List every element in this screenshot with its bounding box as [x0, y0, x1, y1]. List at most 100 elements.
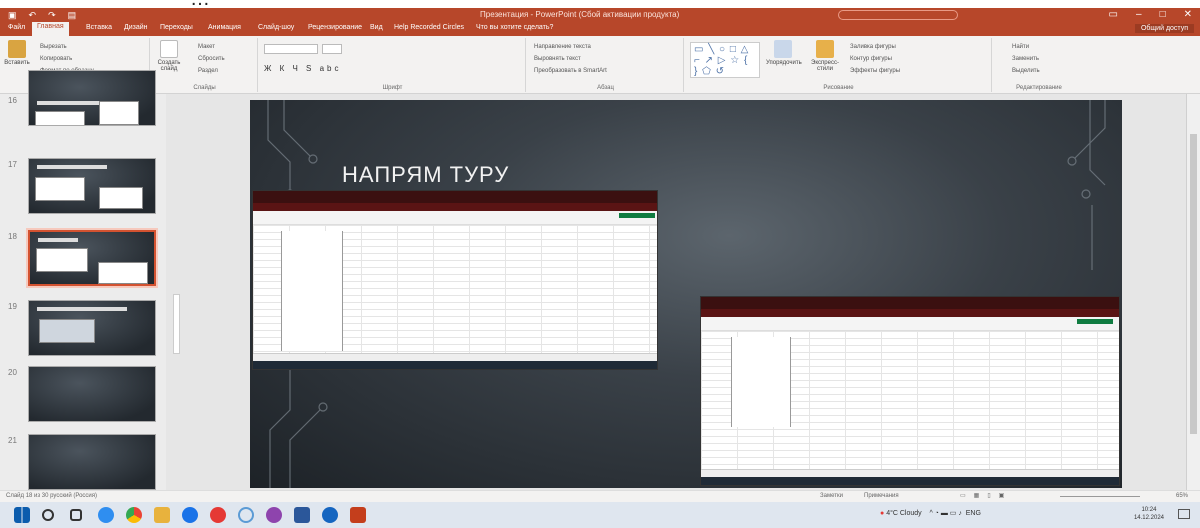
- thumbnail-image[interactable]: [28, 158, 156, 214]
- thumbnail-image[interactable]: [28, 70, 156, 126]
- font-name-box[interactable]: [264, 44, 318, 54]
- thumbnail-item[interactable]: 17: [4, 158, 159, 214]
- clock[interactable]: 10:24 14.12.2024: [1134, 506, 1164, 522]
- cut-button[interactable]: Вырезать: [40, 44, 67, 50]
- find-button[interactable]: Найти: [1012, 44, 1029, 50]
- shape-outline-button[interactable]: Контур фигуры: [850, 56, 892, 62]
- arrange-button[interactable]: Упорядочить: [766, 40, 802, 66]
- scrollbar-thumb[interactable]: [1190, 134, 1197, 434]
- group-label: Рисование: [823, 85, 854, 91]
- paste-button[interactable]: Вставить: [4, 40, 30, 66]
- group-font: Ж К Ч S abc Шрифт: [260, 38, 526, 92]
- share-button[interactable]: Общий доступ: [1134, 24, 1194, 33]
- ribbon-display-icon[interactable]: ▭: [1109, 9, 1118, 20]
- signin-box[interactable]: [838, 10, 958, 20]
- start-icon[interactable]: [14, 507, 30, 523]
- font-size-box[interactable]: [322, 44, 342, 54]
- text-direction-button[interactable]: Направление текста: [534, 44, 591, 50]
- smartart-button[interactable]: Преобразовать в SmartArt: [534, 68, 607, 74]
- chrome-icon[interactable]: [126, 507, 142, 523]
- thumbnail-number: 17: [8, 160, 17, 169]
- redo-icon[interactable]: ↷: [48, 10, 56, 21]
- search-icon[interactable]: [42, 509, 54, 521]
- excel-screenshot-right[interactable]: [700, 296, 1120, 486]
- quick-styles-icon: [816, 40, 834, 58]
- screenshot-data-column: [731, 337, 791, 427]
- thumbnail-image[interactable]: [28, 366, 156, 422]
- close-icon[interactable]: ✕: [1184, 9, 1192, 20]
- slide-canvas[interactable]: НАПРЯМ ТУРУ: [250, 100, 1122, 488]
- tell-me-search[interactable]: Что вы хотите сделать?: [476, 24, 553, 31]
- window-title: Презентация - PowerPoint (Сбой активации…: [480, 10, 680, 19]
- language-indicator[interactable]: ENG: [966, 510, 981, 517]
- thumbnail-screenshot: [99, 187, 143, 209]
- view-buttons[interactable]: ▭▦▯▣: [960, 492, 1012, 499]
- excel-screenshot-left[interactable]: [252, 190, 658, 370]
- tab-help[interactable]: Help Recorded Circles: [394, 24, 464, 31]
- thumbnail-item[interactable]: 20: [4, 366, 159, 422]
- layout-button[interactable]: Макет: [198, 44, 215, 50]
- app-icon[interactable]: [322, 507, 338, 523]
- tab-insert[interactable]: Вставка: [86, 24, 112, 31]
- tab-design[interactable]: Дизайн: [124, 24, 148, 31]
- tab-transitions[interactable]: Переходы: [160, 24, 193, 31]
- slide-scrollbar[interactable]: [1186, 94, 1200, 490]
- maximize-icon[interactable]: □: [1160, 9, 1166, 20]
- thumbnail-image[interactable]: [28, 434, 156, 490]
- minimize-icon[interactable]: –: [1136, 9, 1142, 20]
- shape-effects-button[interactable]: Эффекты фигуры: [850, 68, 900, 74]
- word-icon[interactable]: [294, 507, 310, 523]
- slide-title[interactable]: НАПРЯМ ТУРУ: [342, 162, 509, 188]
- zoom-level[interactable]: 65%: [1176, 493, 1188, 499]
- screenshot-share: [1077, 319, 1113, 324]
- notes-button[interactable]: Заметки: [820, 493, 843, 499]
- select-button[interactable]: Выделить: [1012, 68, 1040, 74]
- font-format-icons[interactable]: Ж К Ч S abc: [264, 64, 342, 73]
- shapes-gallery[interactable]: ▭ ╲ ○ □ △ ⌐ ↗ ▷ ☆ { } ⬠ ↺: [690, 42, 760, 78]
- quick-styles-button[interactable]: Экспресс-стили: [806, 40, 844, 72]
- screenshot-ribbon: [701, 317, 1119, 331]
- opera-icon[interactable]: [210, 507, 226, 523]
- weather-widget[interactable]: ● 4°C Cloudy ^ ◔ ▬ ▭ ♪ ENG: [880, 509, 981, 517]
- tab-view[interactable]: Вид: [370, 24, 383, 31]
- new-slide-button[interactable]: Создать слайд: [156, 40, 182, 72]
- ribbon: Вставить Вырезать Копировать Формат по о…: [0, 36, 1200, 94]
- tray-icons[interactable]: ^ ◔ ▬ ▭ ♪: [929, 510, 961, 517]
- comments-button[interactable]: Примечания: [864, 493, 899, 499]
- thumbnail-image[interactable]: [28, 230, 156, 286]
- present-icon[interactable]: ▤: [68, 10, 77, 21]
- tab-file[interactable]: Файл: [8, 24, 25, 31]
- group-label: Слайды: [193, 85, 216, 91]
- thumbnails-scrollbar[interactable]: [173, 294, 180, 354]
- app-icon[interactable]: [182, 507, 198, 523]
- thumbnail-item-selected[interactable]: 18: [4, 230, 159, 286]
- copy-button[interactable]: Копировать: [40, 56, 72, 62]
- tab-slideshow[interactable]: Слайд-шоу: [258, 24, 294, 31]
- thumbnail-number: 19: [8, 302, 17, 311]
- save-icon[interactable]: ▣: [8, 10, 17, 21]
- thumbnail-item[interactable]: 21: [4, 434, 159, 490]
- zoom-slider[interactable]: [1060, 496, 1140, 497]
- shape-fill-button[interactable]: Заливка фигуры: [850, 44, 896, 50]
- cropped-caption: …: [0, 0, 1200, 8]
- notifications-icon[interactable]: [1178, 509, 1190, 519]
- thumbnail-image[interactable]: [28, 300, 156, 356]
- tab-review[interactable]: Рецензирование: [308, 24, 362, 31]
- screenshot-status: [253, 353, 657, 361]
- thumbnail-item[interactable]: 16: [4, 70, 159, 150]
- task-view-icon[interactable]: [70, 509, 82, 521]
- thumbnail-item[interactable]: 19: [4, 300, 159, 356]
- align-text-button[interactable]: Выровнять текст: [534, 56, 581, 62]
- undo-icon[interactable]: ↶: [29, 10, 37, 21]
- group-drawing: ▭ ╲ ○ □ △ ⌐ ↗ ▷ ☆ { } ⬠ ↺ Упорядочить Эк…: [686, 38, 992, 92]
- reset-button[interactable]: Сбросить: [198, 56, 225, 62]
- powerpoint-icon[interactable]: [350, 507, 366, 523]
- tab-home[interactable]: Главная: [32, 22, 69, 36]
- app-icon[interactable]: [238, 507, 254, 523]
- replace-button[interactable]: Заменить: [1012, 56, 1039, 62]
- edge-icon[interactable]: [98, 507, 114, 523]
- section-button[interactable]: Раздел: [198, 68, 218, 74]
- explorer-icon[interactable]: [154, 507, 170, 523]
- viber-icon[interactable]: [266, 507, 282, 523]
- tab-animations[interactable]: Анимация: [208, 24, 241, 31]
